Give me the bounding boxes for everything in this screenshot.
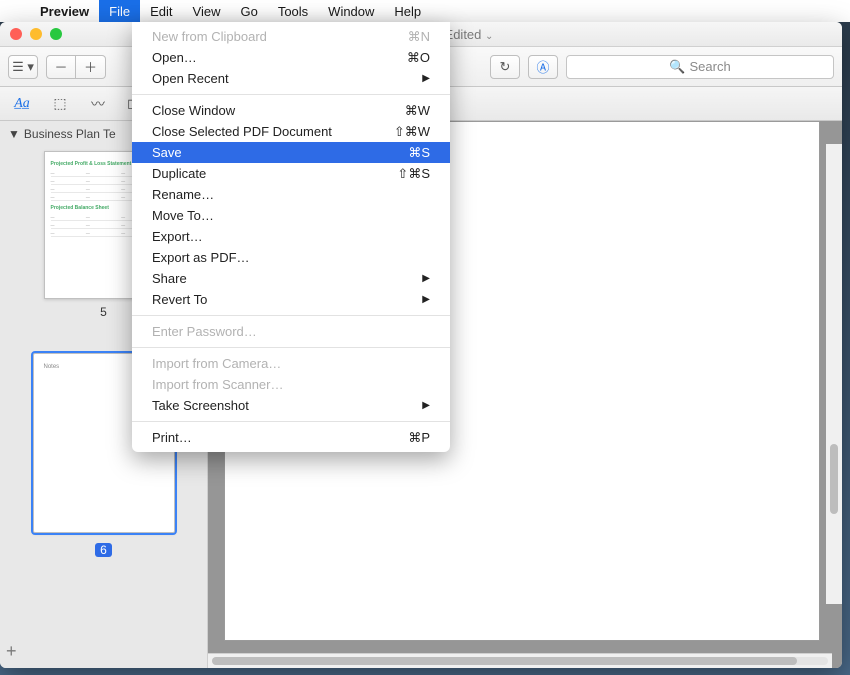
menu-item-close-window[interactable]: Close Window ⌘W	[132, 100, 450, 121]
thumbnail-number: 5	[100, 305, 107, 319]
menu-item-save[interactable]: Save ⌘S	[132, 142, 450, 163]
menu-item-shortcut: ⌘P	[408, 430, 430, 446]
submenu-arrow-icon: ▶	[422, 294, 430, 305]
horizontal-scrollbar[interactable]	[208, 653, 832, 668]
menu-item-export-as-pdf[interactable]: Export as PDF…	[132, 247, 450, 268]
thumbnail-number-selected: 6	[95, 543, 112, 557]
menu-separator	[132, 347, 450, 348]
menubar-item-go[interactable]: Go	[230, 0, 267, 22]
menu-separator	[132, 315, 450, 316]
menu-item-label: Close Selected PDF Document	[152, 124, 332, 139]
menu-item-enter-password: Enter Password…	[132, 321, 450, 342]
menubar-item-view[interactable]: View	[183, 0, 231, 22]
menu-item-revert-to[interactable]: Revert To ▶	[132, 289, 450, 310]
menu-item-label: Save	[152, 145, 182, 160]
title-chevron-icon[interactable]: ⌄	[485, 31, 493, 42]
disclosure-triangle-icon[interactable]: ▼	[8, 127, 20, 141]
view-mode-group: ☰ ▾	[8, 55, 38, 79]
minimize-window-button[interactable]	[30, 28, 42, 40]
menu-item-new-from-clipboard: New from Clipboard ⌘N	[132, 26, 450, 47]
search-placeholder: Search	[689, 59, 730, 74]
menu-item-close-selected-pdf-document[interactable]: Close Selected PDF Document ⇧⌘W	[132, 121, 450, 142]
menu-item-label: Revert To	[152, 292, 207, 307]
zoom-group: － ＋	[46, 55, 106, 79]
menu-item-label: Duplicate	[152, 166, 206, 181]
menu-item-open-recent[interactable]: Open Recent ▶	[132, 68, 450, 89]
rotate-button[interactable]: ↻	[490, 55, 520, 79]
menu-item-print[interactable]: Print… ⌘P	[132, 427, 450, 448]
menu-item-duplicate[interactable]: Duplicate ⇧⌘S	[132, 163, 450, 184]
menu-item-rename[interactable]: Rename…	[132, 184, 450, 205]
text-tool-button[interactable]: A̲a̲	[8, 93, 36, 115]
menu-separator	[132, 94, 450, 95]
menubar-item-file[interactable]: File	[99, 0, 140, 22]
menu-item-label: Open…	[152, 50, 197, 65]
search-input[interactable]: 🔍 Search	[566, 55, 834, 79]
menu-item-open[interactable]: Open… ⌘O	[132, 47, 450, 68]
menu-item-label: Enter Password…	[152, 324, 257, 339]
menu-item-shortcut: ⇧⌘W	[394, 124, 430, 140]
menu-item-label: Export…	[152, 229, 203, 244]
menubar-item-window[interactable]: Window	[318, 0, 384, 22]
traffic-lights	[0, 28, 62, 40]
menu-item-label: Export as PDF…	[152, 250, 250, 265]
file-menu: New from Clipboard ⌘N Open… ⌘O Open Recent ▶ C…	[132, 22, 450, 452]
zoom-window-button[interactable]	[50, 28, 62, 40]
menubar-item-tools[interactable]: Tools	[268, 0, 318, 22]
menu-item-shortcut: ⌘S	[408, 145, 430, 161]
submenu-arrow-icon: ▶	[422, 273, 430, 284]
menu-item-import-from-scanner: Import from Scanner…	[132, 374, 450, 395]
menubar: Preview FileEditViewGoToolsWindowHelp	[0, 0, 850, 22]
zoom-out-button[interactable]: －	[46, 55, 76, 79]
menu-item-label: Open Recent	[152, 71, 229, 86]
close-window-button[interactable]	[10, 28, 22, 40]
draw-tool-button[interactable]: 〰	[84, 93, 112, 115]
menubar-item-edit[interactable]: Edit	[140, 0, 182, 22]
menu-item-shortcut: ⌘N	[408, 29, 430, 45]
zoom-in-button[interactable]: ＋	[76, 55, 106, 79]
submenu-arrow-icon: ▶	[422, 400, 430, 411]
menu-item-move-to[interactable]: Move To…	[132, 205, 450, 226]
menu-item-label: New from Clipboard	[152, 29, 267, 44]
vertical-scrollbar[interactable]	[826, 144, 842, 604]
menu-item-label: Close Window	[152, 103, 235, 118]
menu-item-share[interactable]: Share ▶	[132, 268, 450, 289]
search-icon: 🔍	[669, 59, 685, 75]
menubar-item-help[interactable]: Help	[384, 0, 431, 22]
menu-item-shortcut: ⌘O	[407, 50, 430, 66]
menu-item-shortcut: ⇧⌘S	[397, 166, 430, 182]
menu-item-export[interactable]: Export…	[132, 226, 450, 247]
menu-item-take-screenshot[interactable]: Take Screenshot ▶	[132, 395, 450, 416]
menu-item-label: Import from Camera…	[152, 356, 281, 371]
menu-item-label: Move To…	[152, 208, 214, 223]
markup-button[interactable]: Ⓐ	[528, 55, 558, 79]
menu-item-label: Rename…	[152, 187, 214, 202]
app-name[interactable]: Preview	[30, 4, 99, 19]
menu-separator	[132, 421, 450, 422]
add-page-button[interactable]: +	[6, 641, 17, 662]
menu-item-label: Take Screenshot	[152, 398, 249, 413]
select-tool-button[interactable]: ⬚	[46, 93, 74, 115]
menu-item-import-from-camera: Import from Camera…	[132, 353, 450, 374]
view-mode-button[interactable]: ☰ ▾	[8, 55, 38, 79]
menu-item-shortcut: ⌘W	[405, 103, 430, 119]
menu-item-label: Share	[152, 271, 187, 286]
menu-item-label: Import from Scanner…	[152, 377, 284, 392]
submenu-arrow-icon: ▶	[422, 73, 430, 84]
menu-item-label: Print…	[152, 430, 192, 445]
